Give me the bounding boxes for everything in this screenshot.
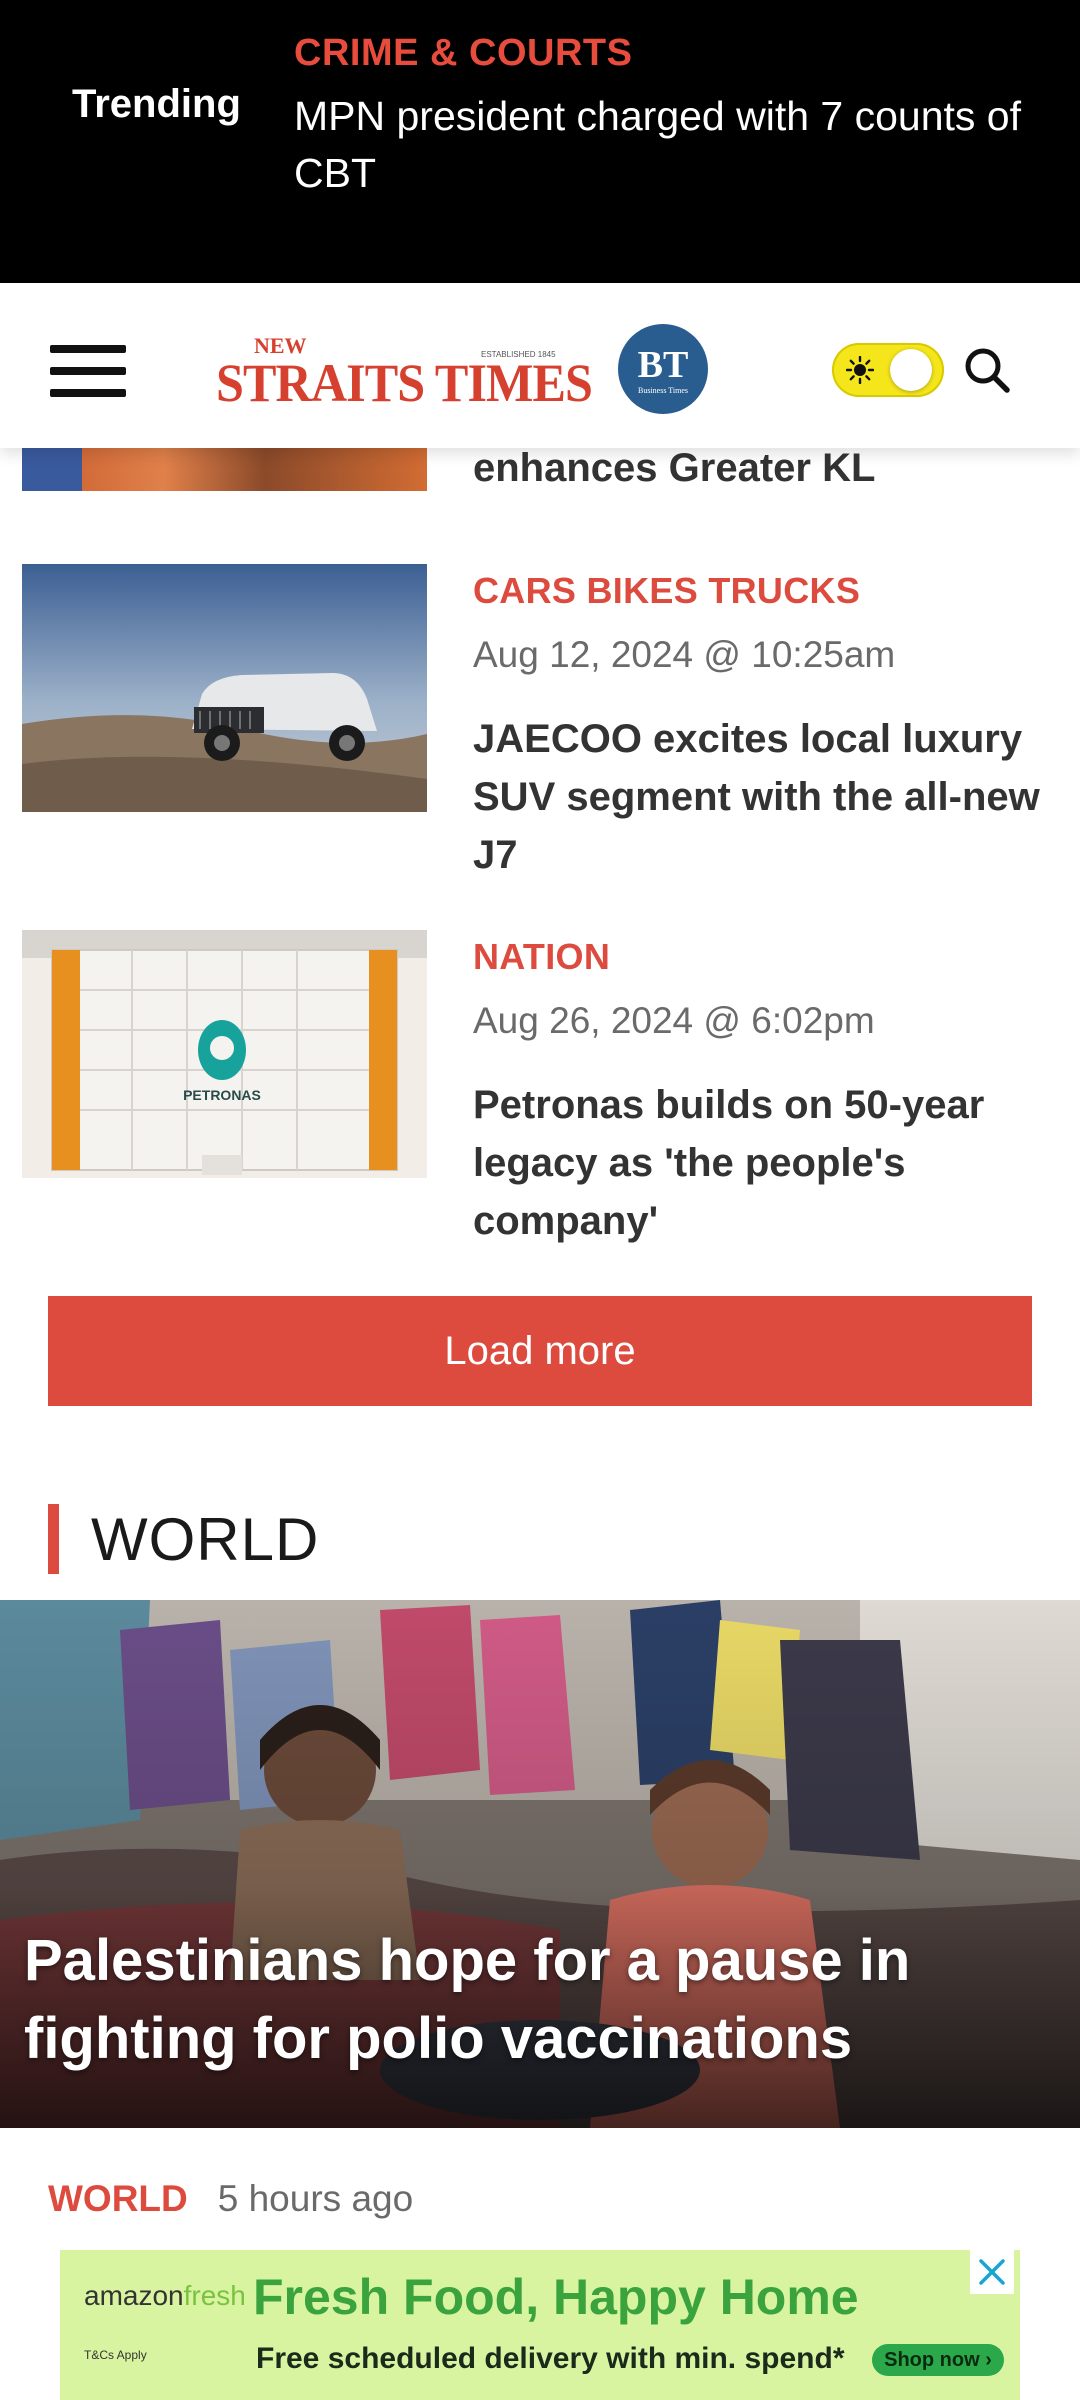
ad-headline: Fresh Food, Happy Home (253, 2269, 859, 2325)
article-meta: WORLD 5 hours ago (48, 2178, 413, 2220)
hero-article[interactable]: Palestinians hope for a pause in fightin… (0, 1600, 1080, 2128)
article-thumbnail[interactable] (22, 564, 427, 812)
article-category[interactable]: WORLD (48, 2178, 188, 2220)
article-date: Aug 12, 2024 @ 10:25am (473, 634, 896, 675)
article-category[interactable]: CARS BIKES TRUCKS (473, 570, 860, 612)
trending-category[interactable]: CRIME & COURTS (294, 32, 632, 75)
article-thumbnail[interactable] (22, 448, 427, 491)
article-thumbnail[interactable]: PETRONAS (22, 930, 427, 1178)
ad-brand-logo: amazonfresh (84, 2280, 246, 2311)
article-date: Aug 26, 2024 @ 6:02pm (473, 1000, 875, 1041)
business-times-logo[interactable]: BT Business Times (617, 323, 709, 415)
svg-text:STRAITS TIMES: STRAITS TIMES (216, 353, 592, 413)
close-icon[interactable] (970, 2250, 1014, 2294)
section-heading: WORLD (48, 1504, 319, 1574)
svg-text:ESTABLISHED 1845: ESTABLISHED 1845 (481, 350, 556, 359)
article-time: 5 hours ago (217, 2178, 414, 2219)
hero-title[interactable]: Palestinians hope for a pause in fightin… (24, 1922, 1064, 2078)
article-title[interactable]: Petronas builds on 50-year legacy as 'th… (473, 1076, 1063, 1250)
theme-toggle[interactable] (832, 343, 944, 397)
search-icon[interactable] (962, 345, 1012, 395)
section-title: WORLD (91, 1505, 320, 1573)
svg-text:Business Times: Business Times (638, 386, 688, 395)
trending-headline[interactable]: MPN president charged with 7 counts of C… (294, 88, 1054, 202)
article-title[interactable]: JAECOO excites local luxury SUV segment … (473, 710, 1063, 884)
hamburger-icon[interactable] (50, 345, 126, 397)
svg-text:BT: BT (638, 344, 689, 386)
ad-shop-now-button[interactable]: Shop now › (872, 2344, 1004, 2376)
article-title[interactable]: enhances Greater KL (473, 446, 875, 491)
list-item[interactable]: CARS BIKES TRUCKS Aug 12, 2024 @ 10:25am… (0, 564, 1080, 877)
ad-small-print: T&Cs Apply (84, 2348, 147, 2362)
list-item[interactable]: PETRONAS NATION Aug 26, 2024 @ 6:02pm Pe… (0, 930, 1080, 1250)
sun-icon (846, 356, 874, 384)
ad-banner[interactable]: amazonfresh T&Cs Apply Fresh Food, Happy… (60, 2250, 1020, 2400)
trending-bar[interactable]: Trending CRIME & COURTS MPN president ch… (0, 0, 1080, 283)
nst-logo[interactable]: NEW STRAITS TIMES ESTABLISHED 1845 (216, 323, 596, 413)
load-more-button[interactable]: Load more (48, 1296, 1032, 1406)
trending-label: Trending (72, 82, 241, 126)
section-accent-bar (48, 1504, 59, 1574)
article-category[interactable]: NATION (473, 936, 610, 978)
site-header: NEW STRAITS TIMES ESTABLISHED 1845 BT Bu… (0, 283, 1080, 448)
petronas-sign: PETRONAS (183, 1087, 261, 1103)
toggle-knob (890, 349, 932, 391)
ad-subline: Free scheduled delivery with min. spend* (256, 2342, 845, 2375)
